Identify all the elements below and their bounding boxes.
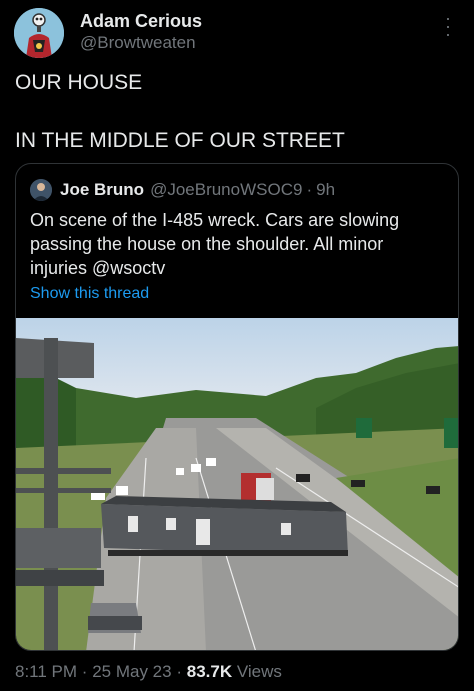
meta-separator: · <box>81 662 88 681</box>
tweet-text-line-1: OUR HOUSE <box>15 71 143 94</box>
quoted-tweet-header: Joe Bruno @JoeBrunoWSOC9 · 9h <box>30 178 335 202</box>
quoted-author-handle[interactable]: @JoeBrunoWSOC9 <box>150 180 302 200</box>
highway-photo[interactable] <box>16 318 459 651</box>
views-count: 83.7K <box>186 662 233 681</box>
meta-separator: · <box>176 662 182 681</box>
quoted-author-avatar[interactable] <box>30 179 52 201</box>
quoted-tweet[interactable]: Joe Bruno @JoeBrunoWSOC9 · 9h On scene o… <box>15 163 459 651</box>
author-avatar[interactable] <box>14 8 64 58</box>
quoted-author-name[interactable]: Joe Bruno <box>60 180 144 200</box>
tweet-meta: 8:11 PM · 25 May 23 · 83.7K Views <box>15 662 282 682</box>
quoted-timestamp[interactable]: 9h <box>316 180 335 200</box>
views-label: Views <box>236 662 282 681</box>
tweet-time[interactable]: 8:11 PM <box>15 662 77 681</box>
tweet: Adam Cerious @Browtweaten · · · OUR HOUSE … <box>0 0 474 691</box>
more-options-icon[interactable]: · · · <box>440 9 456 43</box>
quoted-tweet-text: On scene of the I-485 wreck. Cars are sl… <box>30 210 400 278</box>
tweet-text-line-2: IN THE MIDDLE OF OUR STREET <box>15 129 345 152</box>
author-info[interactable]: Adam Cerious @Browtweaten <box>80 10 202 54</box>
tweet-date[interactable]: 25 May 23 <box>92 662 171 681</box>
author-name[interactable]: Adam Cerious <box>80 10 202 32</box>
show-thread-link[interactable]: Show this thread <box>30 285 149 303</box>
quoted-avatar-image <box>30 179 52 201</box>
author-handle[interactable]: @Browtweaten <box>80 32 202 54</box>
avatar-image <box>14 8 64 58</box>
quoted-separator: · <box>306 180 313 199</box>
